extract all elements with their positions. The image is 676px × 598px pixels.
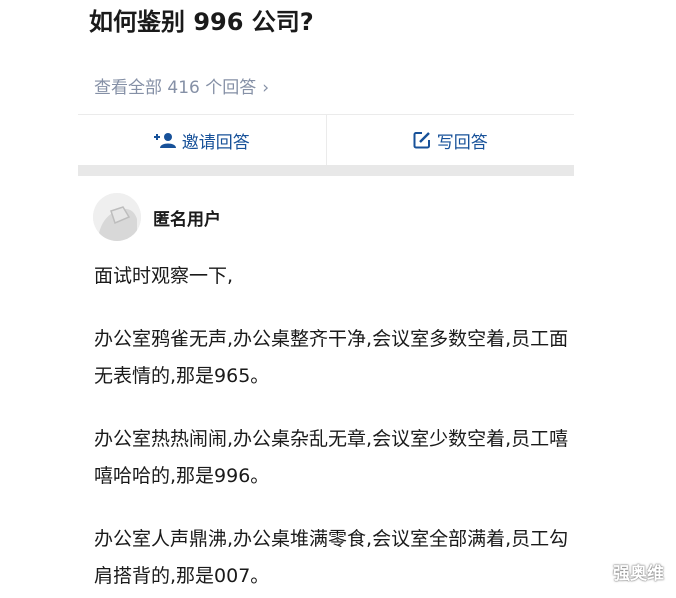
question-title[interactable]: 如何鉴别 996 公司? — [89, 4, 314, 40]
avatar[interactable] — [93, 193, 141, 241]
edit-icon — [413, 132, 430, 149]
view-all-answers-link[interactable]: 查看全部 416 个回答 › — [94, 75, 269, 101]
invite-answer-button[interactable]: 邀请回答 — [78, 115, 326, 165]
answer-paragraph: 办公室人声鼎沸,办公桌堆满零食,会议室全部满着,员工勾肩搭背的,那是007。 — [94, 528, 569, 587]
answer-paragraph: 办公室热热闹闹,办公桌杂乱无章,会议室少数空着,员工嘻嘻哈哈的,那是996。 — [94, 428, 569, 487]
author-name[interactable]: 匿名用户 — [153, 205, 221, 230]
anonymous-avatar-icon — [93, 193, 141, 241]
chevron-right-icon: › — [262, 78, 270, 98]
write-answer-label: 写回答 — [436, 132, 488, 153]
answer-paragraph: 面试时观察一下, — [94, 265, 234, 287]
answer-action-bar: 邀请回答 写回答 — [78, 114, 574, 165]
answer-content: 面试时观察一下, 办公室鸦雀无声,办公桌整齐干净,会议室多数空着,员工面无表情的… — [94, 258, 574, 598]
answer-page: 如何鉴别 996 公司? 查看全部 416 个回答 › 邀请回答 写回答 匿名用… — [0, 0, 676, 598]
watermark: 强奥维 — [613, 564, 664, 584]
view-all-label: 查看全部 416 个回答 — [94, 78, 257, 98]
write-answer-button[interactable]: 写回答 — [325, 115, 575, 165]
answer-author[interactable]: 匿名用户 — [93, 193, 221, 241]
add-user-icon — [153, 133, 176, 148]
section-divider — [78, 165, 574, 176]
answer-paragraph: 办公室鸦雀无声,办公桌整齐干净,会议室多数空着,员工面无表情的,那是965。 — [94, 328, 569, 387]
invite-answer-label: 邀请回答 — [181, 132, 250, 153]
